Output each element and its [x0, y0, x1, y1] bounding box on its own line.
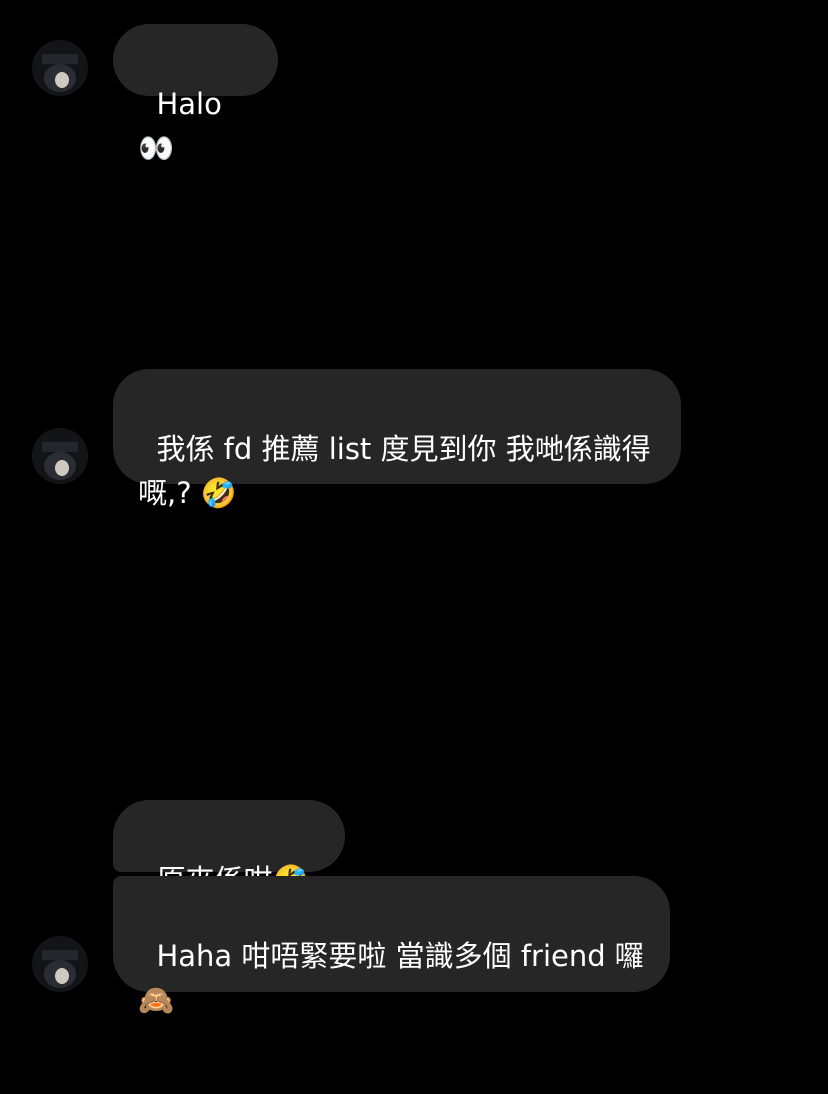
- message-text: Haha 咁唔緊要啦 當識多個 friend 囉🙈: [138, 939, 644, 1017]
- message-bubble[interactable]: 原來係咁🤣: [113, 800, 345, 897]
- message-bubble[interactable]: Haha 咁唔緊要啦 當識多個 friend 囉🙈: [113, 876, 670, 1017]
- message-bubble[interactable]: 我係 fd 推薦 list 度見到你 我哋係識得嘅,? 🤣: [113, 369, 681, 510]
- message-text: Halo👀: [138, 87, 222, 165]
- avatar-photo: [32, 428, 88, 484]
- contact-avatar[interactable]: [32, 428, 88, 484]
- message-text: 我係 fd 推薦 list 度見到你 我哋係識得嘅,? 🤣: [138, 432, 651, 510]
- avatar-photo: [32, 936, 88, 992]
- message-bubble[interactable]: Halo👀: [113, 24, 278, 165]
- contact-avatar[interactable]: [32, 936, 88, 992]
- avatar-photo: [32, 40, 88, 96]
- contact-avatar[interactable]: [32, 40, 88, 96]
